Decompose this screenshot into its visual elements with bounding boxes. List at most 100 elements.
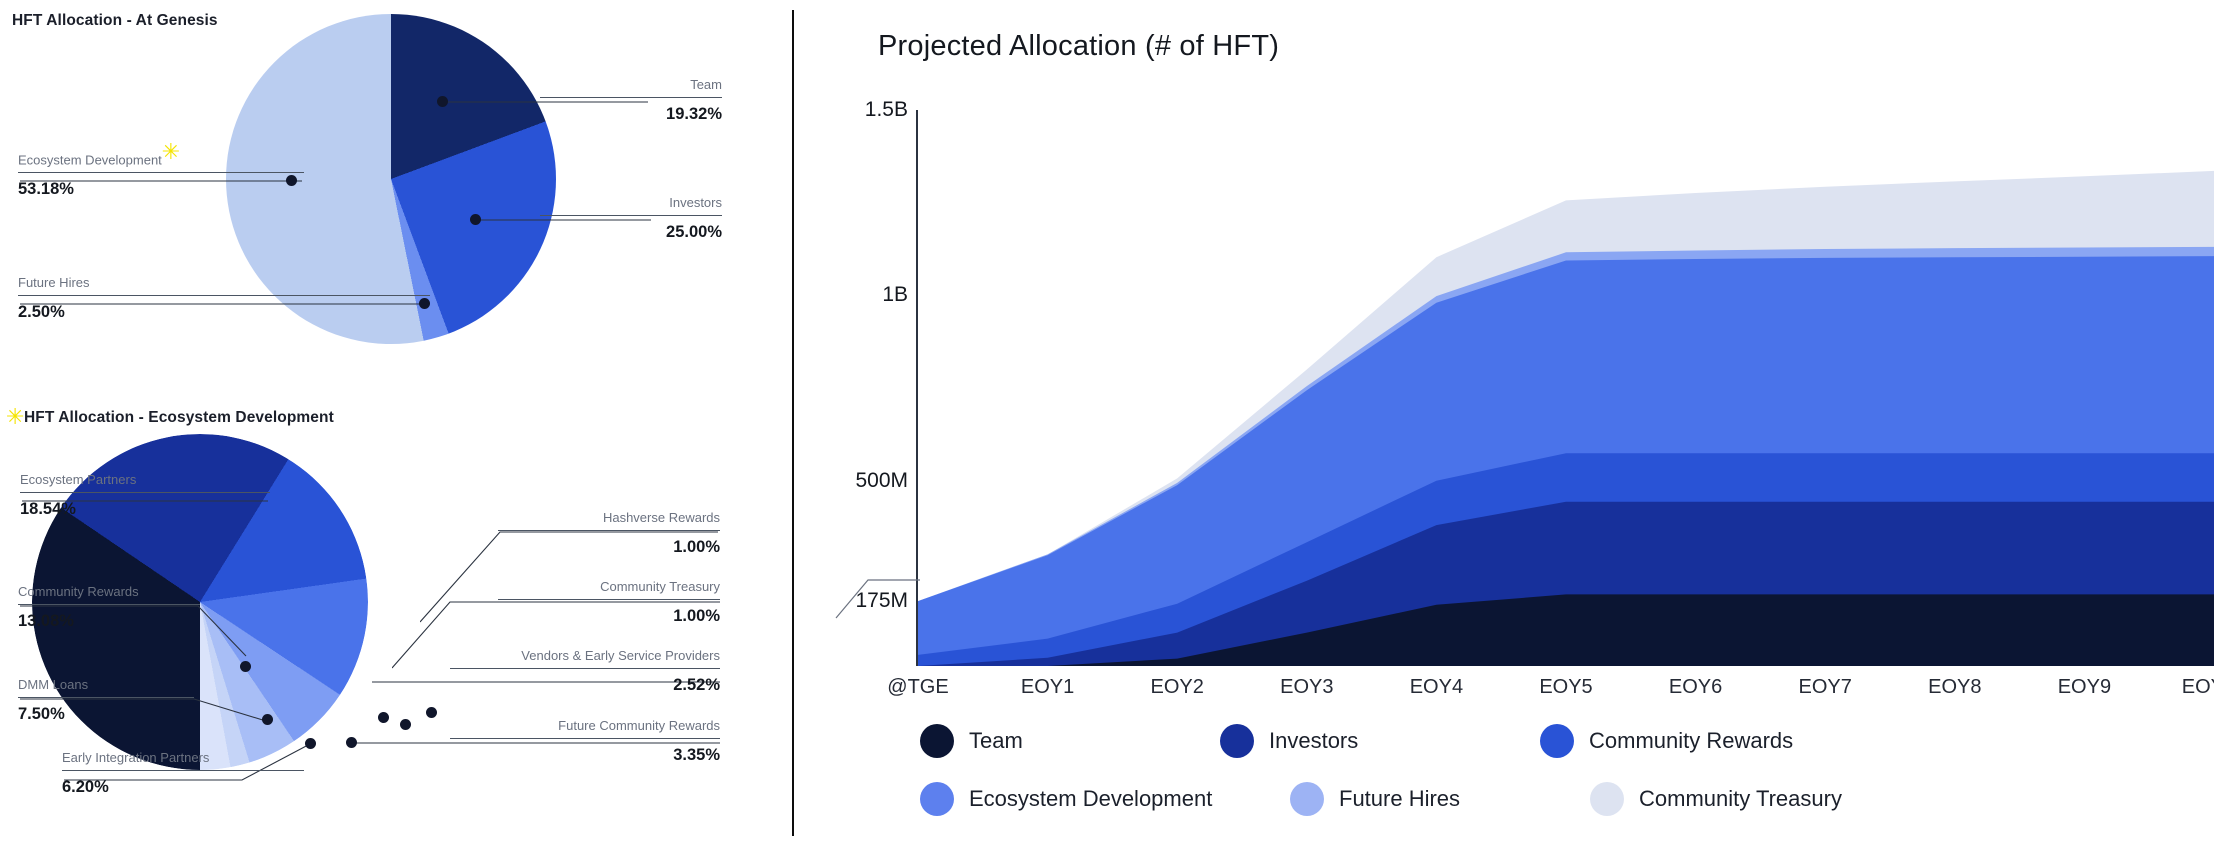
ecosystem-rule-future-community	[450, 738, 720, 739]
legend-label: Ecosystem Development	[969, 786, 1213, 811]
ecosystem-label-partners: Ecosystem Partners	[20, 472, 137, 487]
x-tick-eoy5: EOY5	[1539, 676, 1593, 698]
legend-label: Future Hires	[1339, 786, 1461, 811]
ecosystem-label-treasury: Community Treasury	[600, 579, 720, 594]
genesis-value-team: 19.32%	[666, 105, 722, 123]
genesis-label-team: Team	[690, 77, 722, 92]
legend-item-community-treasury[interactable]: Community Treasury	[1590, 782, 1842, 816]
x-tick-eoy10: EOY10	[2181, 676, 2214, 698]
genesis-dot-team	[437, 96, 448, 107]
ecosystem-label-vendors: Vendors & Early Service Providers	[521, 648, 720, 663]
ecosystem-value-partners: 18.54%	[20, 500, 76, 518]
ecosystem-callout-treasury: Community Treasury 1.00%	[498, 579, 720, 625]
genesis-value-ecosystem: 53.18%	[18, 180, 74, 199]
ecosystem-callout-vendors: Vendors & Early Service Providers 2.52%	[450, 648, 720, 694]
genesis-callout-investors: Investors 25.00%	[540, 195, 722, 241]
ecosystem-dot-future-community	[346, 737, 357, 748]
y-tick-1.5b: 1.5B	[864, 98, 908, 121]
legend-swatch-icon	[1220, 724, 1254, 758]
ecosystem-callout-dmm: DMM Loans 7.50%	[18, 677, 194, 723]
x-tick-eoy8: EOY8	[1928, 676, 1982, 698]
ecosystem-value-hashverse: 1.00%	[673, 538, 720, 556]
genesis-callout-future-hires: Future Hires 2.50%	[18, 275, 430, 321]
infographic-root: HFT Allocation - At Genesis Team 19.32% …	[0, 0, 2214, 864]
y-175m-leader	[835, 579, 920, 619]
legend-swatch-icon	[920, 782, 954, 816]
ecosystem-value-treasury: 1.00%	[673, 607, 720, 625]
legend-swatch-icon	[1590, 782, 1624, 816]
ecosystem-callout-community-rewards: Community Rewards 13.08%	[18, 584, 200, 630]
legend-item-future-hires[interactable]: Future Hires	[1290, 782, 1590, 816]
legend-label: Community Treasury	[1639, 786, 1842, 811]
legend-swatch-icon	[1540, 724, 1574, 758]
legend-row: Team Investors Community Rewards	[920, 712, 2214, 770]
ecosystem-callout-future-community: Future Community Rewards 3.35%	[450, 718, 720, 764]
ecosystem-rule-vendors	[450, 668, 720, 669]
ecosystem-rule-community-rewards	[18, 604, 200, 605]
ecosystem-chart-title: ✳ HFT Allocation - Ecosystem Development	[6, 404, 334, 429]
genesis-rule-investors	[540, 215, 722, 216]
ecosystem-value-dmm: 7.50%	[18, 705, 65, 723]
legend-label: Investors	[1269, 728, 1359, 753]
projected-allocation-chart: Projected Allocation (# of HFT) 1.5B 1B 50…	[800, 0, 2214, 864]
ecosystem-value-early-integration: 6.20%	[62, 778, 109, 796]
ecosystem-dot-treasury	[400, 719, 411, 730]
genesis-rule-ecosystem	[18, 172, 304, 174]
stacked-area-plot	[918, 170, 2214, 666]
ecosystem-dot-community-rewards	[240, 661, 251, 672]
ecosystem-rule-early-integration	[62, 770, 304, 771]
x-tick-eoy9: EOY9	[2057, 676, 2112, 698]
x-tick-eoy6: EOY6	[1668, 676, 1723, 698]
legend-label: Community Rewards	[1589, 728, 1794, 753]
x-tick-tge: @TGE	[887, 676, 949, 698]
ecosystem-callout-early-integration: Early Integration Partners 6.20%	[62, 750, 304, 796]
genesis-callout-ecosystem: Ecosystem Development✳ 53.18%	[18, 139, 304, 199]
x-tick-eoy7: EOY7	[1798, 676, 1852, 698]
genesis-callout-team: Team 19.32%	[540, 77, 722, 123]
ecosystem-dot-early-integration	[305, 738, 316, 749]
genesis-label-ecosystem: Ecosystem Development✳	[18, 139, 181, 168]
ecosystem-rule-partners	[20, 492, 270, 493]
x-tick-eoy3: EOY3	[1280, 676, 1334, 698]
ecosystem-label-early-integration: Early Integration Partners	[62, 750, 210, 765]
genesis-title-text: HFT Allocation - At Genesis	[12, 12, 218, 29]
ecosystem-value-vendors: 2.52%	[673, 676, 720, 694]
ecosystem-dot-dmm	[262, 714, 273, 725]
genesis-dot-investors	[470, 214, 481, 225]
ecosystem-rule-treasury	[498, 599, 720, 600]
ecosystem-value-community-rewards: 13.08%	[18, 612, 74, 630]
ecosystem-callout-partners: Ecosystem Partners 18.54%	[20, 472, 270, 518]
ecosystem-label-future-community: Future Community Rewards	[558, 718, 720, 733]
genesis-label-future-hires: Future Hires	[18, 275, 90, 290]
x-tick-eoy2: EOY2	[1150, 676, 1204, 698]
genesis-label-investors: Investors	[669, 195, 722, 210]
genesis-value-investors: 25.00%	[666, 223, 722, 241]
legend-label: Team	[969, 728, 1023, 753]
legend-item-community-rewards[interactable]: Community Rewards	[1540, 724, 1793, 758]
genesis-chart-title: HFT Allocation - At Genesis	[12, 12, 218, 30]
genesis-label-ecosystem-text: Ecosystem Development	[18, 152, 162, 168]
legend-item-team[interactable]: Team	[920, 724, 1220, 758]
y-tick-500m: 500M	[855, 468, 908, 492]
chart-title: Projected Allocation (# of HFT)	[878, 30, 1280, 62]
ecosystem-rule-hashverse	[498, 530, 720, 531]
genesis-rule-team	[540, 97, 722, 98]
genesis-rule-future-hires	[18, 295, 430, 296]
ecosystem-callout-hashverse: Hashverse Rewards 1.00%	[498, 510, 720, 556]
allocation-pies-pane: HFT Allocation - At Genesis Team 19.32% …	[0, 0, 790, 864]
legend-item-ecosystem-development[interactable]: Ecosystem Development	[920, 782, 1290, 816]
legend-row: Ecosystem Development Future Hires Communi…	[920, 770, 2214, 828]
legend-swatch-icon	[920, 724, 954, 758]
ecosystem-title-text: HFT Allocation - Ecosystem Development	[24, 409, 334, 426]
legend-item-investors[interactable]: Investors	[1220, 724, 1540, 758]
x-tick-eoy4: EOY4	[1409, 676, 1464, 698]
y-tick-1b: 1B	[882, 283, 908, 307]
ecosystem-value-future-community: 3.35%	[673, 746, 720, 764]
legend-swatch-icon	[1290, 782, 1324, 816]
ecosystem-dot-vendors	[378, 712, 389, 723]
ecosystem-label-community-rewards: Community Rewards	[18, 584, 139, 599]
ecosystem-label-hashverse: Hashverse Rewards	[602, 510, 720, 525]
ecosystem-label-dmm: DMM Loans	[18, 677, 89, 692]
chart-legend: Team Investors Community Rewards Ecosystem …	[920, 712, 2214, 828]
genesis-value-future-hires: 2.50%	[18, 303, 65, 321]
